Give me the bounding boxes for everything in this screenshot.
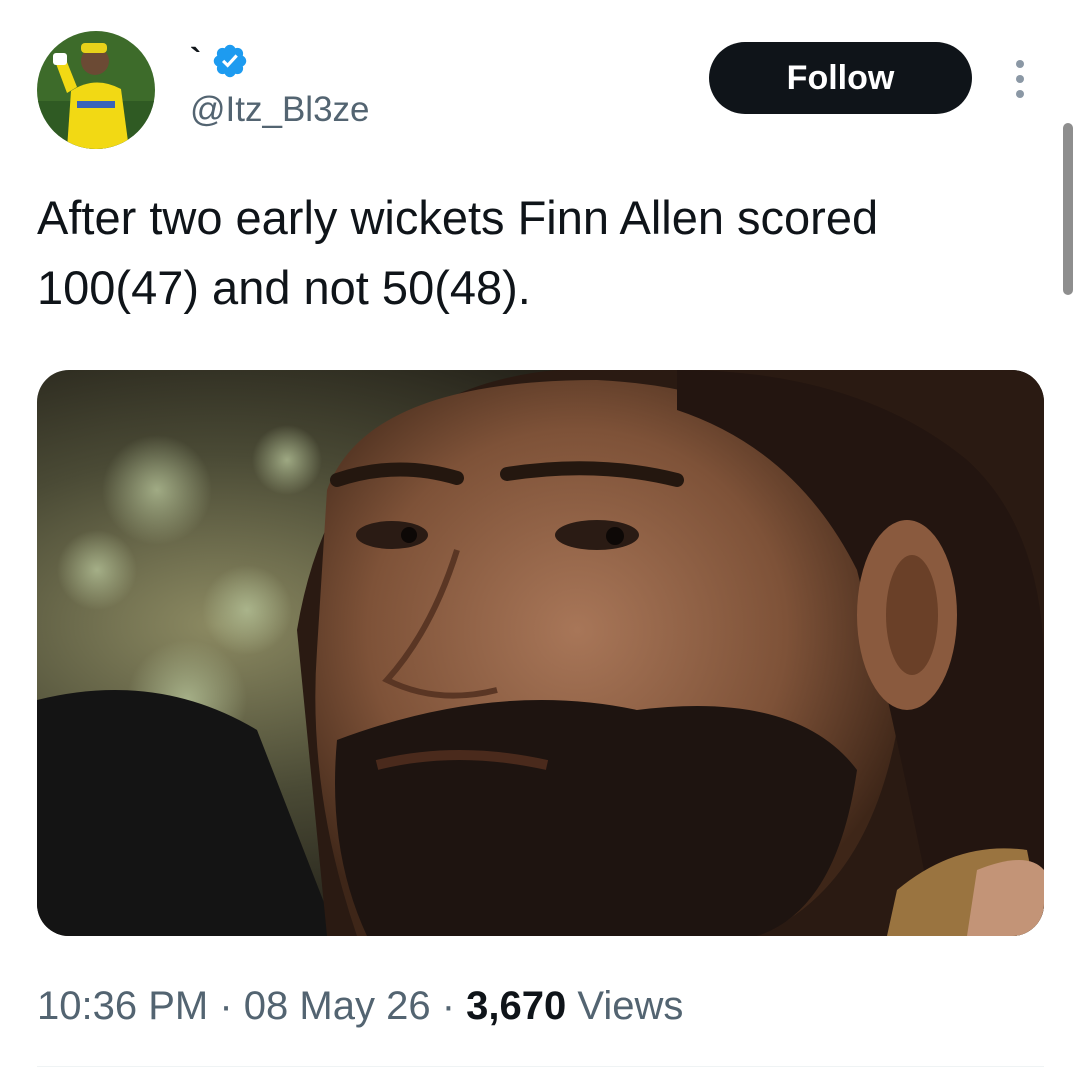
tweet-time[interactable]: 10:36 PM — [37, 984, 208, 1028]
tweet-text: After two early wickets Finn Allen score… — [37, 183, 1052, 323]
views-label: Views — [577, 984, 684, 1028]
author-handle[interactable]: @Itz_Bl3ze — [190, 92, 370, 127]
meta-separator: · — [441, 984, 456, 1028]
more-options-icon[interactable] — [1003, 56, 1037, 102]
more-dot — [1016, 90, 1024, 98]
tweet-media-image[interactable] — [37, 370, 1044, 936]
more-dot — [1016, 60, 1024, 68]
media-photo — [37, 370, 1044, 936]
views-count: 3,670 — [466, 984, 567, 1028]
more-dot — [1016, 75, 1024, 83]
follow-button[interactable]: Follow — [709, 42, 972, 114]
tweet-text-line: After two early wickets Finn Allen score… — [37, 191, 879, 244]
tweet-text-line: 100(47) and not 50(48). — [37, 261, 531, 314]
avatar[interactable] — [37, 31, 155, 149]
avatar-image — [37, 31, 155, 149]
tweet-meta: 10:36 PM · 08 May 26 · 3,670 Views — [37, 980, 683, 1032]
tweet-date[interactable]: 08 May 26 — [244, 984, 431, 1028]
author-name-row: ` — [190, 36, 249, 86]
verified-badge-icon — [214, 44, 247, 78]
display-name[interactable]: ` — [190, 44, 201, 78]
scrollbar[interactable] — [1063, 123, 1073, 295]
divider — [37, 1066, 1044, 1067]
meta-separator: · — [219, 984, 233, 1028]
